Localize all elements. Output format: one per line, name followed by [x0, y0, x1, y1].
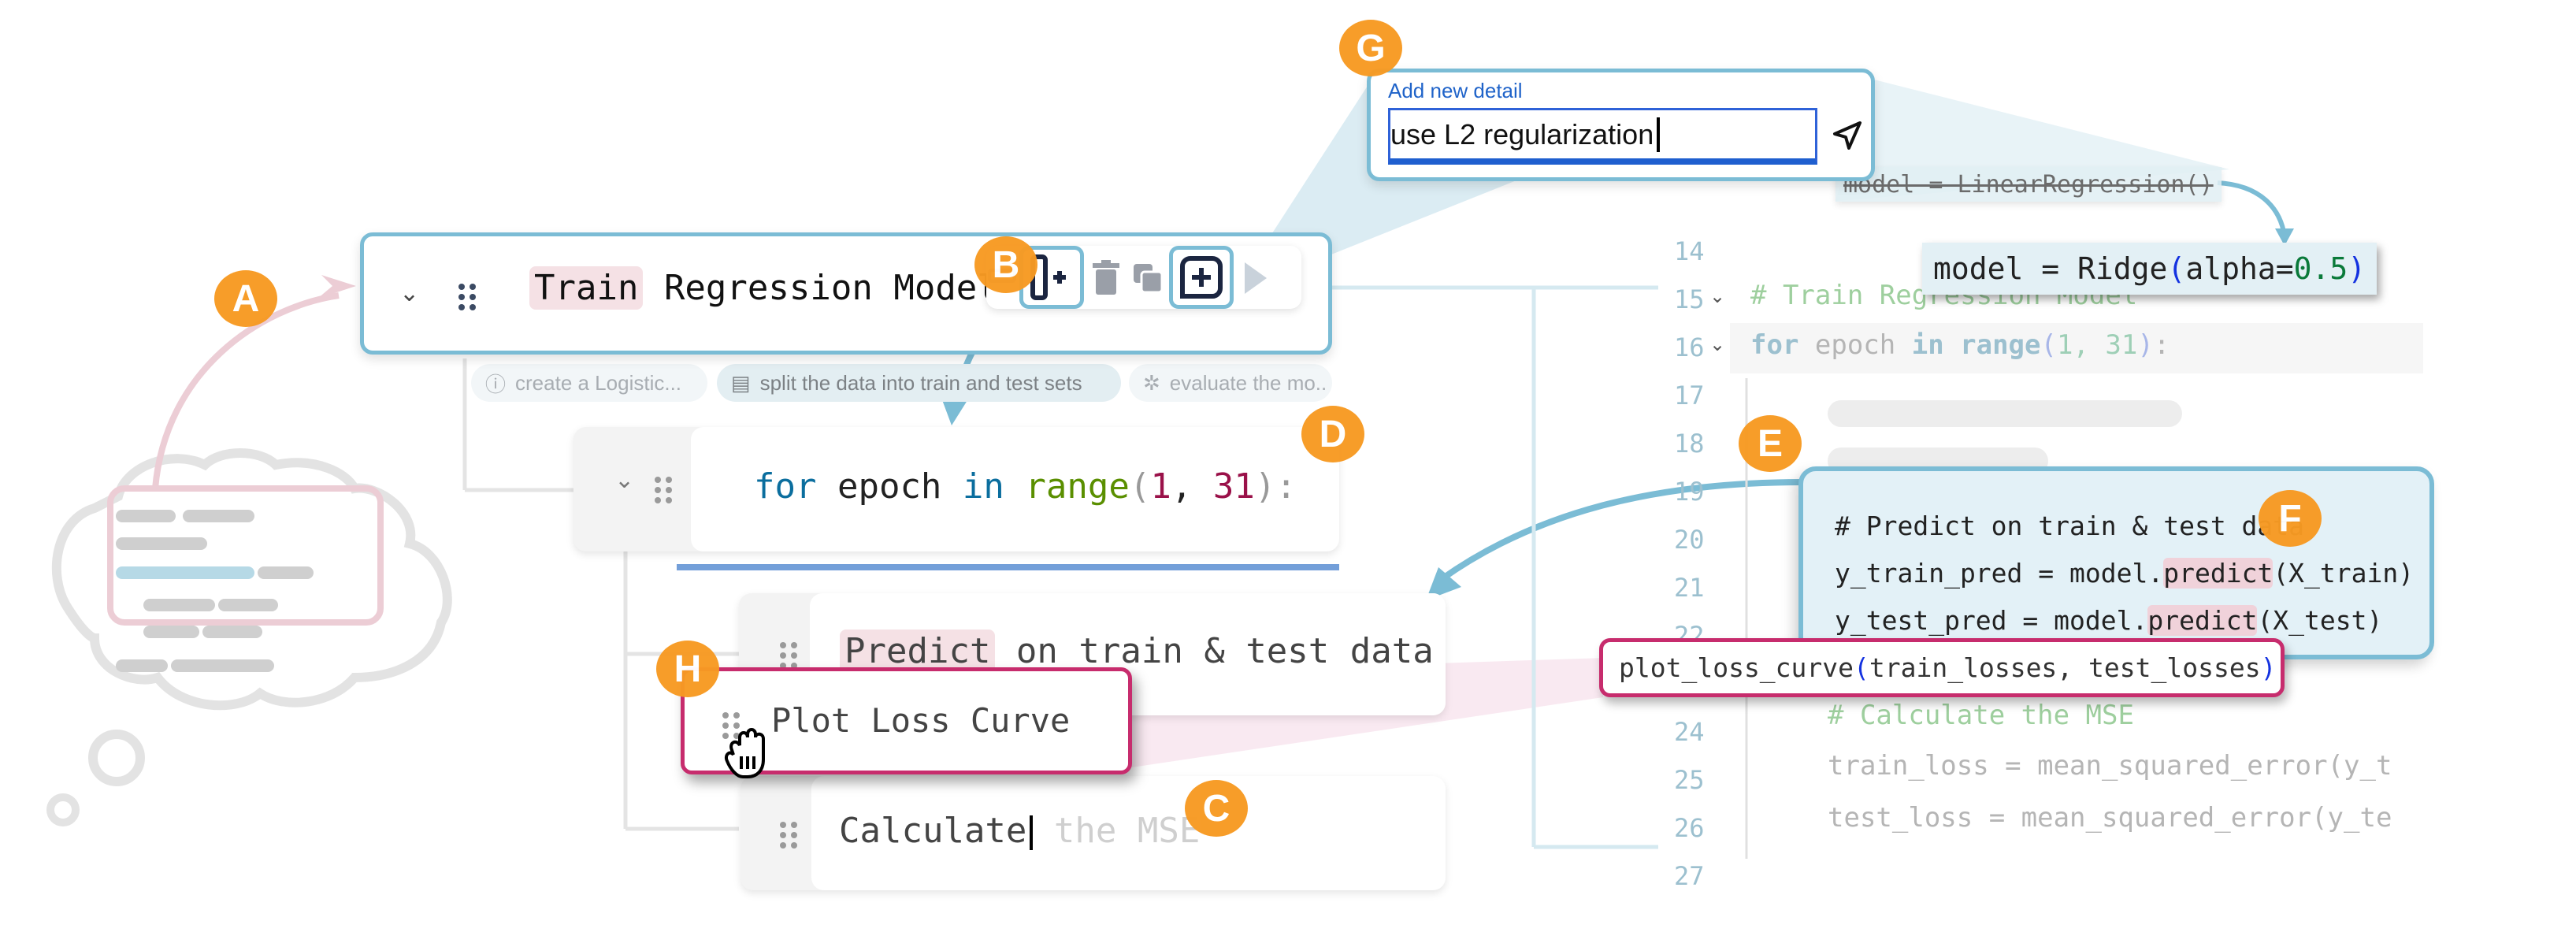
code-line-23: # Calculate the MSE [1828, 700, 2134, 731]
line-number: 27 [1674, 861, 1705, 891]
line-number: 26 [1674, 813, 1705, 843]
send-icon[interactable] [1832, 120, 1863, 151]
add-detail-popup: Add new detail use L2 regularization [1367, 69, 1875, 181]
arrow-code-change [2217, 180, 2287, 237]
suggestion-chip-2[interactable]: ▤ split the data into train and test sets [717, 364, 1121, 402]
grab-cursor-icon [725, 728, 765, 778]
typed-text: Calculate [839, 811, 1027, 851]
badge-d: D [1301, 406, 1364, 462]
line-number: 18 [1674, 429, 1705, 459]
loading-placeholder [1828, 400, 2182, 427]
bug-icon: ✲ [1143, 370, 1160, 395]
title-highlight: Train [529, 266, 644, 310]
duplicate-icon [1134, 264, 1164, 294]
badge-b: B [974, 236, 1037, 293]
collapse-chevron-icon[interactable]: ⌄ [399, 280, 419, 307]
arrow-e [1439, 479, 1805, 582]
run-button[interactable] [1240, 257, 1271, 299]
dragged-code-line: plot_loss_curve(train_losses, test_losse… [1599, 638, 2285, 697]
title-rest: on train & test data [995, 631, 1434, 671]
suggestion-chip-3[interactable]: ✲ evaluate the mo.. [1129, 364, 1332, 402]
text-caret [1030, 815, 1034, 850]
removed-code-line: model = LinearRegression() [1835, 167, 2222, 202]
clipboard-chart-icon: ▤ [731, 370, 751, 395]
line-number: 20 [1674, 525, 1705, 555]
for-loop-code: for epoch in range(1, 31): [754, 466, 1297, 507]
line-number: 17 [1674, 381, 1705, 410]
brain-icon: ⓘ [485, 372, 507, 396]
delete-icon [1093, 260, 1119, 295]
thought-cloud-icon [51, 448, 452, 711]
fold-chevron-icon[interactable]: ⌄ [1709, 333, 1725, 355]
duplicate-button[interactable] [1130, 260, 1166, 296]
input-value: use L2 regularization [1390, 117, 1654, 150]
fold-chevron-icon[interactable]: ⌄ [1709, 285, 1725, 307]
drag-handle-icon[interactable] [458, 284, 476, 310]
cloud-selection-highlight [107, 485, 384, 626]
step-block-calculate[interactable]: Calculate the MSE [741, 776, 1446, 890]
badge-g: G [1339, 20, 1402, 76]
thought-bubble-small [46, 793, 80, 826]
badge-a: A [214, 270, 277, 327]
badge-c: C [1185, 780, 1248, 837]
run-icon [1245, 262, 1267, 294]
step-title: Plot Loss Curve [771, 701, 1071, 740]
add-detail-icon [1180, 256, 1223, 299]
added-code-line: model = Ridge(alpha= 0.5) [1922, 243, 2377, 295]
dragged-step-plot-loss-curve[interactable]: Plot Loss Curve [681, 667, 1132, 778]
suggestion-chip-1[interactable]: ⓘ create a Logistic... [471, 364, 707, 402]
title-highlight: Predict [840, 629, 996, 673]
step-title[interactable]: Train Regression Model [529, 266, 998, 310]
drag-handle-icon[interactable] [780, 642, 797, 669]
add-detail-input[interactable]: use L2 regularization [1388, 108, 1817, 165]
code-line-24: train_loss = mean_squared_error(y_t [1828, 750, 2392, 782]
step-block-train-regression-model[interactable]: ⌄ Train Regression Model [360, 232, 1332, 355]
chip-label: create a Logistic... [515, 370, 682, 395]
line-number: 14 [1674, 236, 1705, 266]
line-number: 25 [1674, 765, 1705, 795]
drop-indicator [677, 564, 1339, 570]
line-number: 24 [1674, 717, 1705, 747]
collapse-chevron-icon[interactable]: ⌄ [614, 466, 634, 494]
line-number: 21 [1674, 573, 1705, 603]
drag-handle-icon[interactable] [780, 822, 797, 849]
drag-handle-icon[interactable] [655, 477, 672, 503]
code-line: y_train_pred = model.predict(X_train) [1835, 558, 2415, 589]
thought-cloud-text-lines [116, 510, 314, 672]
generated-code-popup: # Predict on train & test data y_train_p… [1798, 466, 2434, 659]
code-line: y_test_pred = model.predict(X_test) [1835, 605, 2383, 636]
add-detail-button[interactable] [1169, 246, 1234, 309]
text-caret [1657, 117, 1661, 152]
badge-h: H [656, 641, 719, 697]
step-title-input[interactable]: Calculate the MSE [839, 811, 1200, 851]
badge-f: F [2259, 490, 2322, 547]
chip-label: split the data into train and test sets [759, 370, 1082, 395]
autocomplete-ghost-text: the MSE [1053, 811, 1201, 851]
step-title[interactable]: Predict on train & test data [840, 629, 1434, 673]
chip-label: evaluate the mo.. [1169, 370, 1327, 395]
badge-e: E [1739, 415, 1802, 472]
step-block-for-epoch[interactable]: ⌄ for epoch in range(1, 31): [573, 427, 1339, 551]
title-rest: Regression Model [643, 268, 998, 308]
code-line-25: test_loss = mean_squared_error(y_te [1828, 802, 2392, 834]
thought-bubble-mid [88, 730, 145, 786]
code-comment: # Predict on train & test data [1835, 511, 2305, 541]
delete-button[interactable] [1090, 257, 1122, 299]
add-detail-label: Add new detail [1388, 79, 1523, 102]
code-line-16: for epoch in range(1, 31): [1750, 329, 2170, 361]
line-number: 19 [1674, 477, 1705, 507]
